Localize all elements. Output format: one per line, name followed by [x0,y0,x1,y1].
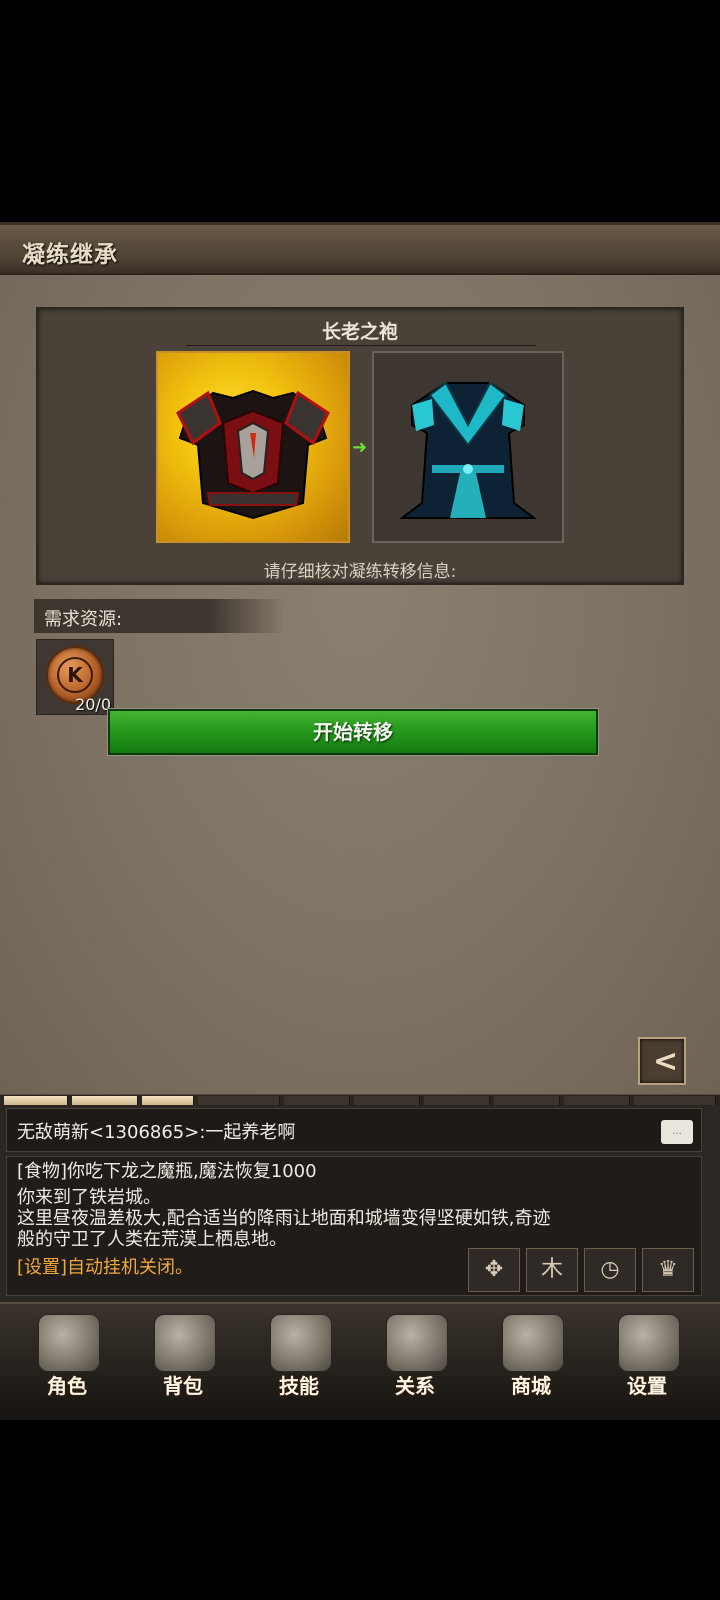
chat-message-text: 无敌萌新<1306865>:一起养老啊 [17,1122,296,1143]
bottom-black-area [0,1420,720,1600]
arrow-right-icon: ➜ [352,437,368,458]
panel-title: 凝练继承 [22,242,118,268]
chat-tab[interactable] [142,1096,194,1105]
nav-character[interactable]: 角色 [12,1308,122,1400]
requirements-bar: 需求资源: [34,599,284,633]
treasure-chest-icon [502,1314,564,1372]
nav-label: 关系 [395,1374,435,1398]
target-item-slot[interactable] [372,351,564,543]
chat-tab[interactable] [72,1096,138,1105]
dark-armor-icon [176,389,330,520]
title-divider [186,345,536,346]
nav-relations[interactable]: 关系 [360,1308,470,1400]
nav-skills[interactable]: 技能 [244,1308,354,1400]
coin-k-emblem: K [57,657,93,693]
chat-tab[interactable] [198,1096,280,1105]
handshake-icon [386,1314,448,1372]
chat-tab[interactable] [424,1096,490,1105]
back-button[interactable]: < [638,1037,686,1085]
log-line: [食物]你吃下龙之魔瓶,魔法恢复1000 [17,1161,317,1182]
source-item-slot[interactable] [156,351,350,543]
nav-shop[interactable]: 商城 [476,1308,586,1400]
quick-tools: ✥ 木 ◷ ♛ [468,1248,696,1294]
chat-tab[interactable] [564,1096,630,1105]
nav-label: 背包 [163,1374,203,1398]
item-name: 长老之袍 [321,321,398,343]
top-black-area [0,0,720,222]
item-transfer-box: 长老之袍 ➜ 请仔细核对凝练转移信息: [36,307,684,585]
chat-tab[interactable] [4,1096,68,1105]
nav-label: 角色 [47,1374,87,1398]
chat-tab[interactable] [634,1096,716,1105]
nav-backpack[interactable]: 背包 [128,1308,238,1400]
resource-count: 20/0 [75,695,111,714]
chevron-left-icon: < [653,1044,679,1079]
resource-slot[interactable]: K 20/0 [36,639,114,715]
start-transfer-button[interactable]: 开始转移 [108,709,598,755]
chat-area: 无敌萌新<1306865>:一起养老啊 ... [食物]你吃下龙之魔瓶,魔法恢复… [0,1106,720,1302]
nav-settings[interactable]: 设置 [592,1308,702,1400]
trophy-icon[interactable]: ♛ [642,1248,694,1292]
chat-channel-tabs [0,1094,720,1106]
helmet-icon [38,1314,100,1372]
chat-tab[interactable] [284,1096,350,1105]
log-line: 你来到了铁岩城。 [17,1187,161,1208]
nav-label: 商城 [511,1374,551,1398]
panel-header: 凝练继承 [0,225,720,275]
log-line: 般的守卫了人类在荒漠上栖息地。 [17,1229,287,1250]
bottom-nav: 角色 背包 技能 关系 商城 设置 [0,1302,720,1420]
teal-robe-icon [399,381,537,519]
requirements-label: 需求资源: [44,609,123,630]
clock-icon[interactable]: ◷ [584,1248,636,1292]
gears-icon [618,1314,680,1372]
chat-tab[interactable] [354,1096,420,1105]
tree-icon[interactable]: 木 [526,1248,578,1292]
chat-bubble-icon[interactable]: ... [661,1120,693,1144]
skull-bag-icon [154,1314,216,1372]
spellbook-icon [270,1314,332,1372]
nav-label: 设置 [627,1374,667,1398]
latest-chat-message[interactable]: 无敌萌新<1306865>:一起养老啊 ... [6,1108,702,1152]
refine-inherit-panel: 凝练继承 长老之袍 ➜ 请仔细核对凝练转移信息: 需求资源: K 20/0 开始… [0,222,720,1120]
log-line: 这里昼夜温差极大,配合适当的降雨让地面和城墙变得坚硬如铁,奇迹 [17,1208,551,1229]
chat-tab[interactable] [494,1096,560,1105]
transfer-hint: 请仔细核对凝练转移信息: [263,562,457,582]
nav-label: 技能 [279,1374,319,1398]
crossed-swords-icon[interactable]: ✥ [468,1248,520,1292]
